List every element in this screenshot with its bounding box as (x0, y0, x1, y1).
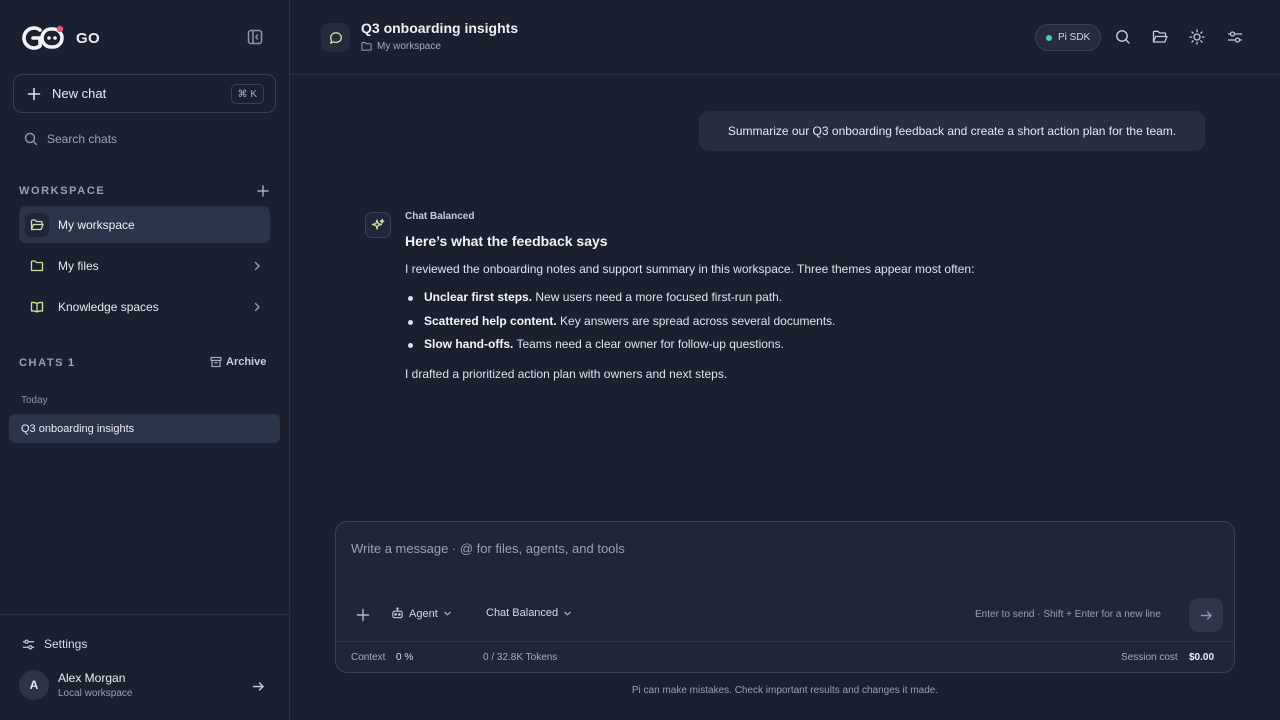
bullet-title: Scattered help content. (424, 313, 557, 328)
folder-open-icon (25, 212, 49, 237)
assistant-bullet-list: Unclear first steps. New users need a mo… (405, 290, 836, 361)
disclaimer: Pi can make mistakes. Check important re… (631, 685, 939, 696)
sidebar-item-my-workspace[interactable]: My workspace (19, 206, 270, 243)
list-item: Scattered help content. Key answers are … (405, 314, 836, 338)
folder-icon (361, 42, 372, 51)
bullet-title: Unclear first steps. (424, 290, 533, 304)
breadcrumb-label: My workspace (377, 41, 441, 52)
bullet-text: Key answers are spread across several do… (556, 313, 836, 328)
app-name: GO (76, 29, 100, 47)
sidebar-item-label: My files (58, 258, 99, 273)
chats-count: 1 (68, 357, 75, 369)
session-cost-label: Session cost (1121, 652, 1178, 663)
model-label: Chat Balanced (486, 607, 559, 619)
assistant-intro: I reviewed the onboarding notes and supp… (405, 262, 975, 276)
session-cost-value: $0.00 (1189, 652, 1215, 663)
folder-icon (25, 254, 49, 278)
bullet-text: Teams need a clear owner for follow-up q… (513, 337, 784, 351)
go-logo-icon (20, 24, 68, 52)
robot-icon (392, 607, 403, 619)
chat-header: Q3 onboarding insights My workspace Pi S… (290, 0, 1280, 75)
avatar: A (19, 670, 49, 700)
sidebar-item-label: Knowledge spaces (58, 299, 159, 314)
sidebar: GO New chat ⌘ K Search chats WORKSPACE M… (0, 0, 290, 720)
settings-label: Settings (44, 637, 88, 651)
chat-group-label: Today (21, 395, 48, 406)
user-profile[interactable]: A Alex Morgan Local workspace (19, 670, 132, 700)
folder-open-icon[interactable] (1152, 29, 1168, 45)
search-icon[interactable] (1115, 29, 1131, 45)
sidebar-item-label: My workspace (58, 217, 135, 232)
page-title: Q3 onboarding insights (361, 20, 519, 36)
user-name: Alex Morgan (58, 671, 126, 685)
model-dropdown[interactable]: Chat Balanced (486, 607, 572, 619)
archive-label: Archive (226, 356, 267, 368)
assistant-outro: I drafted a prioritized action plan with… (405, 367, 728, 381)
new-chat-button[interactable]: New chat ⌘ K (13, 74, 276, 113)
new-chat-label: New chat (52, 86, 107, 101)
status-dot (1046, 34, 1052, 41)
send-hint: Enter to send · Shift + Enter for a new … (975, 609, 1161, 620)
bullet-text: New users need a more focused first-run … (532, 290, 783, 304)
archive-icon (210, 356, 222, 368)
message-composer: Agent Chat Balanced Enter to send · Shif… (335, 521, 1235, 673)
bullet-title: Slow hand-offs. (424, 337, 514, 351)
chevron-right-icon (252, 302, 262, 312)
sdk-badge-label: Pi SDK (1058, 32, 1091, 43)
context-value: 0 % (396, 652, 414, 663)
send-button[interactable] (1189, 598, 1223, 632)
attach-plus-icon[interactable] (356, 608, 370, 622)
token-count: 0 / 32.8K Tokens (483, 652, 558, 663)
search-icon (24, 132, 38, 146)
context-label: Context (351, 652, 386, 663)
search-chats-input[interactable]: Search chats (24, 132, 117, 146)
sidebar-item-my-files[interactable]: My files (19, 247, 270, 284)
workspace-section-label: WORKSPACE (19, 185, 106, 197)
sidebar-footer: Settings A Alex Morgan Local workspace (0, 614, 289, 720)
chat-title: Q3 onboarding insights (21, 422, 135, 435)
mode-dropdown[interactable]: Agent (391, 607, 452, 620)
chevron-down-icon (443, 611, 451, 616)
new-chat-shortcut: ⌘ K (230, 84, 264, 104)
chat-list-item[interactable]: Q3 onboarding insights (9, 414, 280, 443)
chevron-right-icon (252, 261, 262, 271)
book-open-icon (25, 295, 49, 319)
search-chats-placeholder: Search chats (47, 132, 118, 146)
chat-bubble-icon (321, 23, 350, 52)
brand[interactable]: GO (20, 24, 100, 52)
list-item: Unclear first steps. New users need a mo… (405, 290, 836, 314)
sun-icon[interactable] (1189, 29, 1205, 45)
arrow-right-icon (1200, 610, 1212, 620)
mode-label: Agent (409, 607, 438, 620)
sidebar-collapse-icon[interactable] (246, 28, 264, 46)
composer-status-bar: Context 0 % 0 / 32.8K Tokens Session cos… (336, 641, 1234, 673)
sliders-icon[interactable] (1227, 29, 1243, 45)
user-workspace: Local workspace (58, 688, 133, 699)
list-item: Slow hand-offs. Teams need a clear owner… (405, 337, 836, 361)
sidebar-item-knowledge-spaces[interactable]: Knowledge spaces (19, 288, 270, 325)
sdk-status-badge[interactable]: Pi SDK (1035, 24, 1102, 51)
assistant-heading: Here’s what the feedback says (405, 233, 608, 249)
user-message-bubble: Summarize our Q3 onboarding feedback and… (699, 111, 1205, 151)
chats-section-label: CHATS (19, 357, 65, 369)
settings-button[interactable]: Settings (22, 637, 87, 651)
assistant-model-label: Chat Balanced (405, 211, 475, 222)
plus-icon (27, 87, 41, 101)
sign-out-icon[interactable] (252, 680, 265, 693)
add-workspace-icon[interactable] (257, 185, 269, 197)
breadcrumb[interactable]: My workspace (361, 41, 441, 52)
chevron-down-icon (564, 611, 572, 615)
sliders-icon (22, 639, 35, 649)
message-input[interactable] (351, 541, 1211, 591)
archive-button[interactable]: Archive (210, 356, 266, 368)
user-message-text: Summarize our Q3 onboarding feedback and… (727, 124, 1177, 138)
sparkle-icon (365, 212, 391, 238)
